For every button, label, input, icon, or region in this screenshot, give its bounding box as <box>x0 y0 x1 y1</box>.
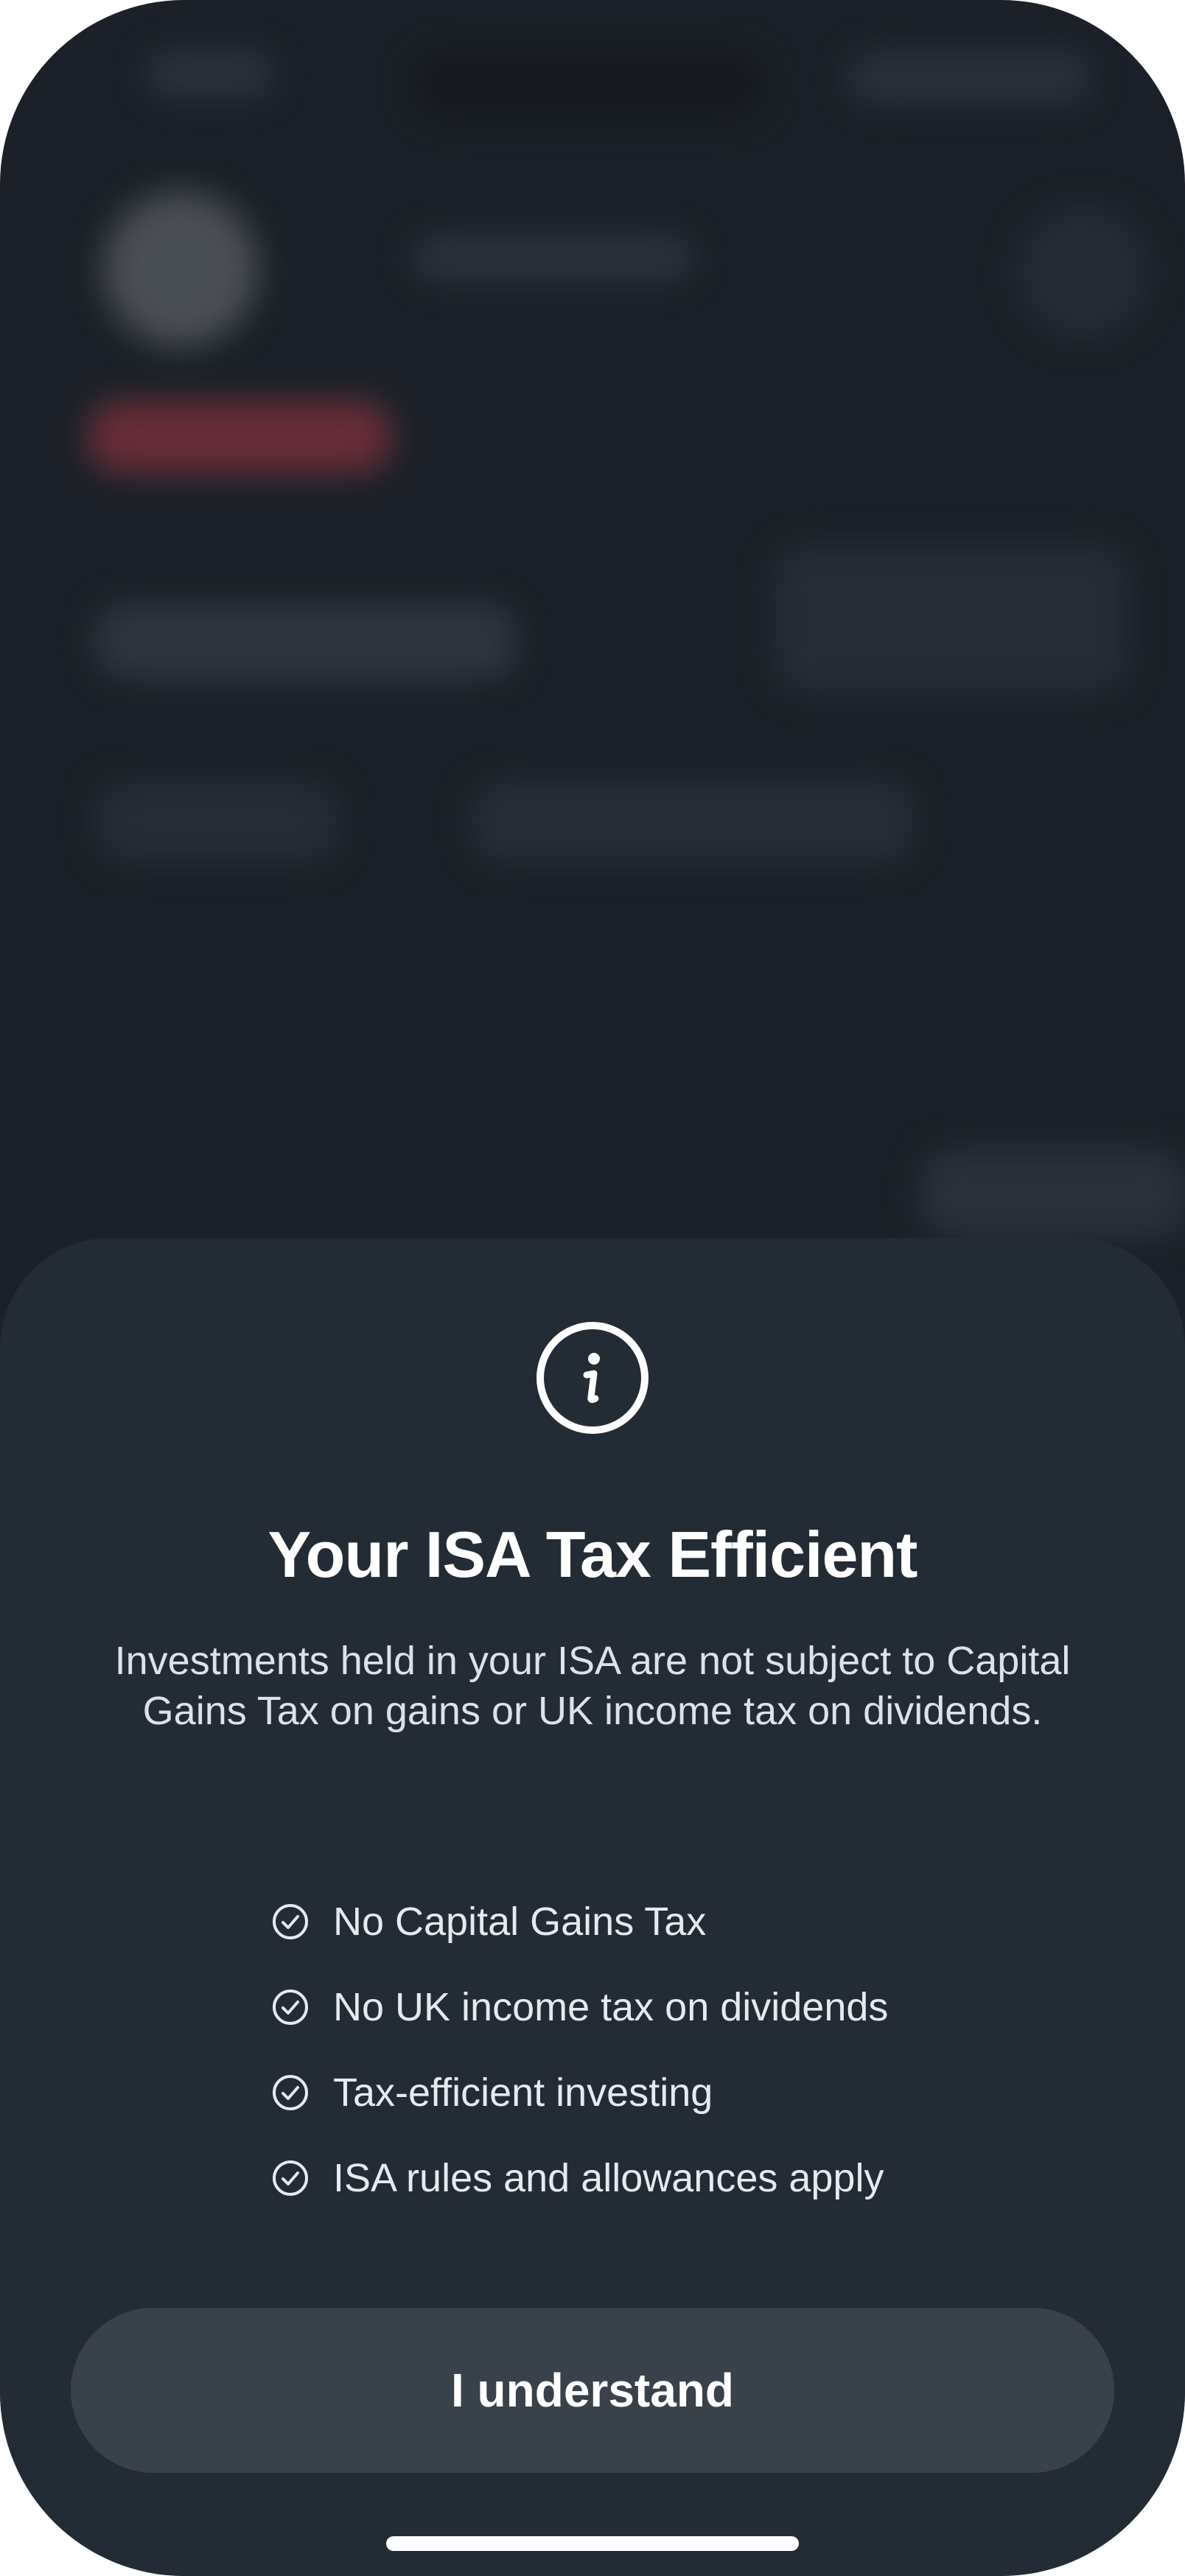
blurred-header-text <box>413 236 693 280</box>
benefit-label: Tax-efficient investing <box>333 2071 713 2115</box>
benefit-item: ISA rules and allowances apply <box>271 2135 1008 2221</box>
benefit-label: No UK income tax on dividends <box>333 1985 889 2029</box>
benefits-list: No Capital Gains Tax No UK income tax on… <box>271 1879 1008 2221</box>
blurred-avatar <box>103 192 258 346</box>
blurred-balance <box>96 604 516 678</box>
check-circle-icon <box>273 2075 308 2110</box>
check-circle-icon <box>273 1989 308 2025</box>
benefit-label: ISA rules and allowances apply <box>333 2156 884 2200</box>
home-indicator[interactable] <box>386 2536 799 2551</box>
i-understand-button[interactable]: I understand <box>71 2308 1114 2473</box>
benefit-item: Tax-efficient investing <box>271 2050 1008 2135</box>
blurred-chart-label <box>921 1149 1185 1238</box>
check-circle-icon <box>273 2160 308 2196</box>
benefit-item: No UK income tax on dividends <box>271 1964 1008 2050</box>
benefit-label: No Capital Gains Tax <box>333 1900 707 1944</box>
sheet-title: Your ISA Tax Efficient <box>268 1518 918 1591</box>
blurred-status-left <box>147 52 273 96</box>
sheet-description: Investments held in your ISA are not sub… <box>114 1639 1071 1733</box>
blurred-summary-card <box>774 545 1128 693</box>
check-circle-icon <box>273 1904 308 1939</box>
blurred-status-right <box>847 52 1091 103</box>
benefit-item: No Capital Gains Tax <box>271 1879 1008 1964</box>
blurred-background-app <box>0 0 1185 1326</box>
blurred-dynamic-island <box>413 52 766 118</box>
blurred-chip-2 <box>472 781 914 862</box>
info-icon <box>536 1322 649 1434</box>
phone-screen: Your ISA Tax Efficient Investments held … <box>0 0 1185 2576</box>
blurred-chip-1 <box>96 781 339 862</box>
blurred-badge <box>88 402 391 472</box>
blurred-header-button <box>1017 206 1150 339</box>
bottom-sheet: Your ISA Tax Efficient Investments held … <box>0 1238 1185 2576</box>
